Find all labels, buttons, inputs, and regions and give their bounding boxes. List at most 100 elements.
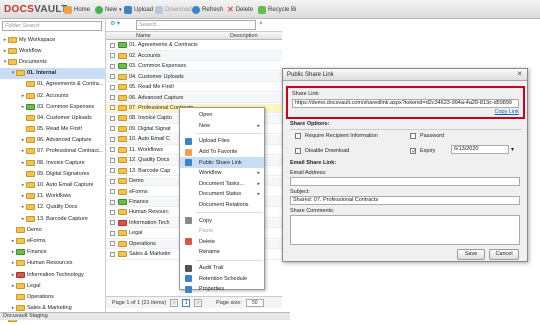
- require-recipient-checkbox[interactable]: [295, 133, 301, 139]
- menu-item[interactable]: Rename: [180, 247, 264, 258]
- row-checkbox[interactable]: [110, 63, 115, 69]
- row-checkbox[interactable]: [110, 95, 115, 101]
- table-row[interactable]: 02. Accounts: [106, 51, 282, 62]
- tree-item[interactable]: ▸ 10. Auto Email Capture: [0, 179, 106, 190]
- recycle-bin-button[interactable]: Recycle Bi: [258, 4, 296, 15]
- tree-item[interactable]: ▸ 07. Professional Contract...: [0, 146, 106, 157]
- menu-item[interactable]: Copy: [180, 215, 264, 226]
- menu-item[interactable]: Public Share Link: [180, 157, 264, 168]
- expiry-date-field[interactable]: 6/13/2020: [451, 145, 509, 154]
- folder-icon: [26, 92, 35, 99]
- table-row[interactable]: 03. Common Expenses: [106, 62, 282, 72]
- tree-item[interactable]: ▾ 01. Internal: [0, 67, 106, 79]
- disable-download-checkbox[interactable]: [295, 148, 301, 154]
- tree-item[interactable]: ▾ Documents: [0, 56, 106, 67]
- row-checkbox[interactable]: [110, 220, 115, 226]
- row-checkbox[interactable]: [110, 74, 115, 80]
- menu-item[interactable]: Document Tasks... ▸: [180, 179, 264, 190]
- table-row[interactable]: 05. Read Me First!: [106, 83, 282, 93]
- row-checkbox[interactable]: [110, 42, 115, 48]
- row-checkbox[interactable]: [110, 126, 115, 132]
- table-row[interactable]: 01. Agreements & Contracts: [106, 41, 282, 51]
- tree-item[interactable]: ▸ 08. Invoice Capture: [0, 157, 106, 168]
- row-checkbox[interactable]: [110, 189, 115, 195]
- tree-item[interactable]: Demo: [0, 224, 106, 235]
- row-checkbox[interactable]: [110, 199, 115, 205]
- menu-item[interactable]: Retention Schedule: [180, 273, 264, 284]
- tree-item[interactable]: ▸ Human Resources: [0, 258, 106, 269]
- tree-item[interactable]: ▸ My Workspace: [0, 34, 106, 45]
- tree-item[interactable]: ▸ 03. Common Expenses: [0, 101, 106, 112]
- menu-item[interactable]: Paste: [180, 226, 264, 237]
- refresh-button[interactable]: Refresh: [192, 4, 223, 15]
- row-checkbox[interactable]: [110, 230, 115, 236]
- col-name-header[interactable]: Name: [136, 33, 151, 39]
- row-checkbox[interactable]: [110, 251, 115, 257]
- row-checkbox[interactable]: [110, 115, 115, 121]
- tree-item[interactable]: ▸ 13. Barcode Capture: [0, 213, 106, 224]
- cancel-button[interactable]: Cancel: [489, 249, 519, 260]
- password-checkbox[interactable]: [410, 133, 416, 139]
- menu-item[interactable]: Properties: [180, 284, 264, 295]
- search-icon[interactable]: ⌕: [259, 20, 267, 29]
- menu-item[interactable]: Document Status ▸: [180, 189, 264, 200]
- row-checkbox[interactable]: [110, 168, 115, 174]
- row-checkbox[interactable]: [110, 241, 115, 247]
- tree-item[interactable]: ▸ eForms: [0, 235, 106, 246]
- table-row[interactable]: 04. Customer Uploads: [106, 72, 282, 82]
- close-icon[interactable]: ✕: [516, 71, 523, 78]
- next-page-button[interactable]: ›: [194, 298, 203, 307]
- tree-item[interactable]: ▸ Information Technology: [0, 269, 106, 280]
- folder-search-input[interactable]: Folder Search: [2, 21, 102, 31]
- grid-search-input[interactable]: Search...: [136, 20, 256, 30]
- tree-item[interactable]: Operations: [0, 291, 106, 302]
- tree-item[interactable]: 01. Agreements & Contra...: [0, 79, 106, 90]
- current-page-button[interactable]: 1: [182, 298, 191, 307]
- menu-item[interactable]: Workflow ▸: [180, 168, 264, 179]
- tree-item[interactable]: ▸ Legal: [0, 280, 106, 291]
- expiry-checkbox[interactable]: [410, 148, 417, 155]
- menu-item[interactable]: Add To Favorite: [180, 147, 264, 158]
- view-options-button[interactable]: ⚙ ▾: [110, 20, 132, 29]
- row-checkbox[interactable]: [110, 136, 115, 142]
- tree-item[interactable]: 04. Customer Uploads: [0, 112, 106, 123]
- prev-page-button[interactable]: ‹: [170, 298, 179, 307]
- menu-item[interactable]: Audit Trail: [180, 263, 264, 274]
- tree-item[interactable]: ▸ Finance: [0, 247, 106, 258]
- new-button[interactable]: New ▾: [95, 4, 122, 15]
- tree-item[interactable]: 05. Read Me First!: [0, 124, 106, 135]
- menu-item[interactable]: Delete: [180, 237, 264, 248]
- menu-item[interactable]: New ▸: [180, 121, 264, 132]
- email-address-field[interactable]: [290, 177, 520, 186]
- menu-item[interactable]: Upload Files: [180, 136, 264, 147]
- row-checkbox[interactable]: [110, 105, 115, 111]
- copy-link[interactable]: Copy Link: [495, 109, 519, 115]
- subject-field[interactable]: Shared: 07. Professional Contracts: [290, 196, 520, 205]
- share-link-field[interactable]: https://demo.docsvault.com/sharedlink.as…: [292, 99, 519, 108]
- row-checkbox[interactable]: [110, 178, 115, 184]
- upload-button[interactable]: Upload: [124, 4, 153, 15]
- calendar-icon[interactable]: ▾: [511, 146, 514, 153]
- tree-item[interactable]: 09. Digital Signatures: [0, 168, 106, 179]
- tree-item[interactable]: ▸ Workflow: [0, 45, 106, 56]
- home-button[interactable]: Home: [64, 4, 90, 15]
- share-comments-field[interactable]: [290, 215, 520, 245]
- row-checkbox[interactable]: [110, 209, 115, 215]
- col-description-header[interactable]: Description: [230, 33, 258, 39]
- row-checkbox[interactable]: [110, 147, 115, 153]
- row-checkbox[interactable]: [110, 157, 115, 163]
- tree-item[interactable]: ▸ 12. Quality Docs: [0, 202, 106, 213]
- download-button[interactable]: Download: [155, 4, 192, 15]
- tree-item-label: 01. Internal: [27, 70, 57, 77]
- row-checkbox[interactable]: [110, 84, 115, 90]
- delete-button[interactable]: ✕ Delete: [227, 4, 253, 15]
- table-row[interactable]: 06. Advanced Capture: [106, 93, 282, 103]
- menu-item[interactable]: Document Relations: [180, 200, 264, 211]
- page-size-select[interactable]: 50: [245, 298, 264, 307]
- tree-item[interactable]: ▸ 11. Workflows: [0, 191, 106, 202]
- save-button[interactable]: Save: [457, 249, 485, 260]
- row-checkbox[interactable]: [110, 53, 115, 59]
- tree-item[interactable]: ▸ 06. Advanced Capture: [0, 135, 106, 146]
- menu-item[interactable]: Open: [180, 110, 264, 121]
- tree-item[interactable]: ▸ 02. Accounts: [0, 90, 106, 101]
